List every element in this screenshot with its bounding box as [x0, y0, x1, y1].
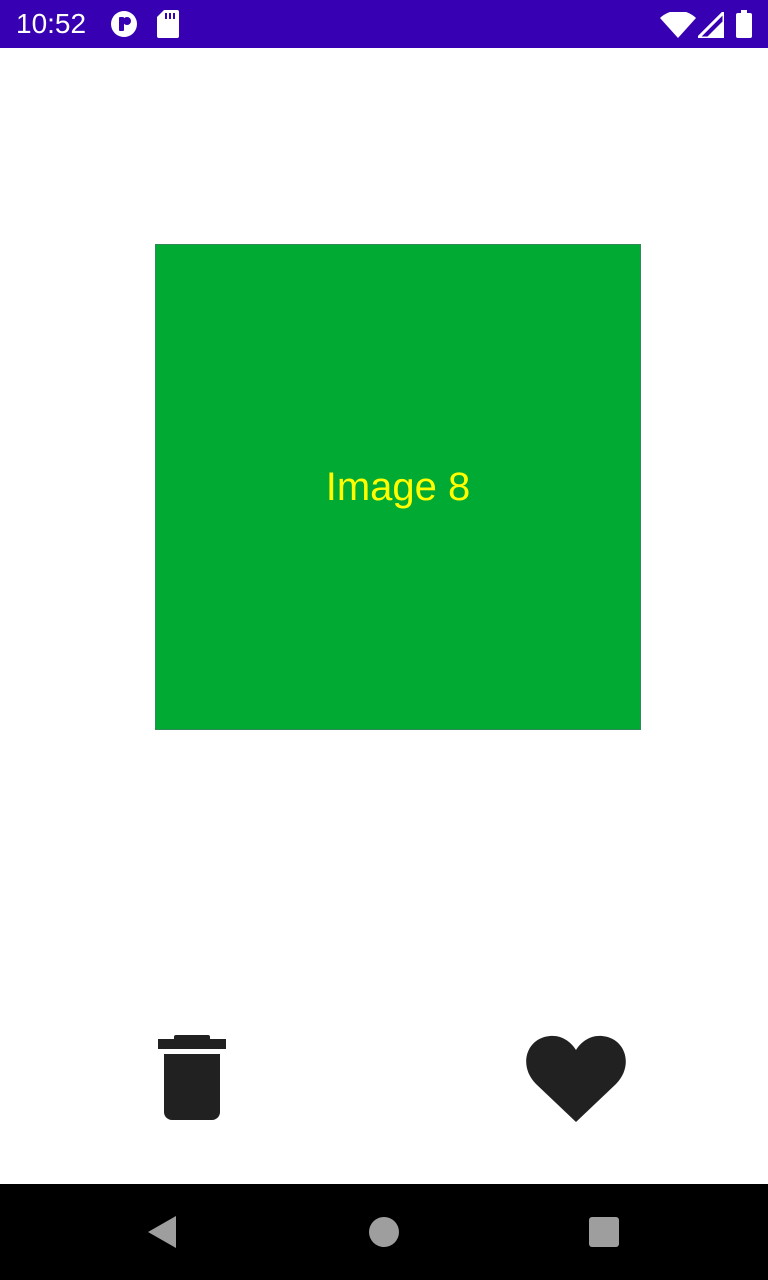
recents-button[interactable]: [580, 1208, 628, 1256]
home-button[interactable]: [360, 1208, 408, 1256]
battery-icon: [736, 10, 752, 43]
media-app-icon: [110, 10, 138, 43]
content-area: Image 8: [0, 48, 768, 1184]
status-time: 10:52: [16, 8, 87, 39]
home-icon: [360, 1217, 408, 1259]
status-bar: 10:52: [0, 0, 768, 48]
cell-signal-icon: [694, 8, 726, 43]
back-icon: [138, 1216, 186, 1259]
trash-icon: [150, 1035, 234, 1129]
wifi-icon: [660, 10, 696, 43]
like-button[interactable]: [524, 1032, 628, 1124]
heart-icon: [524, 1035, 628, 1127]
image-label: Image 8: [325, 464, 471, 509]
image-preview[interactable]: Image 8: [155, 244, 641, 730]
back-button[interactable]: [138, 1208, 186, 1256]
sd-card-icon: [157, 10, 179, 43]
recents-icon: [580, 1217, 628, 1259]
delete-button[interactable]: [150, 1030, 234, 1126]
navigation-bar: [0, 1184, 768, 1280]
